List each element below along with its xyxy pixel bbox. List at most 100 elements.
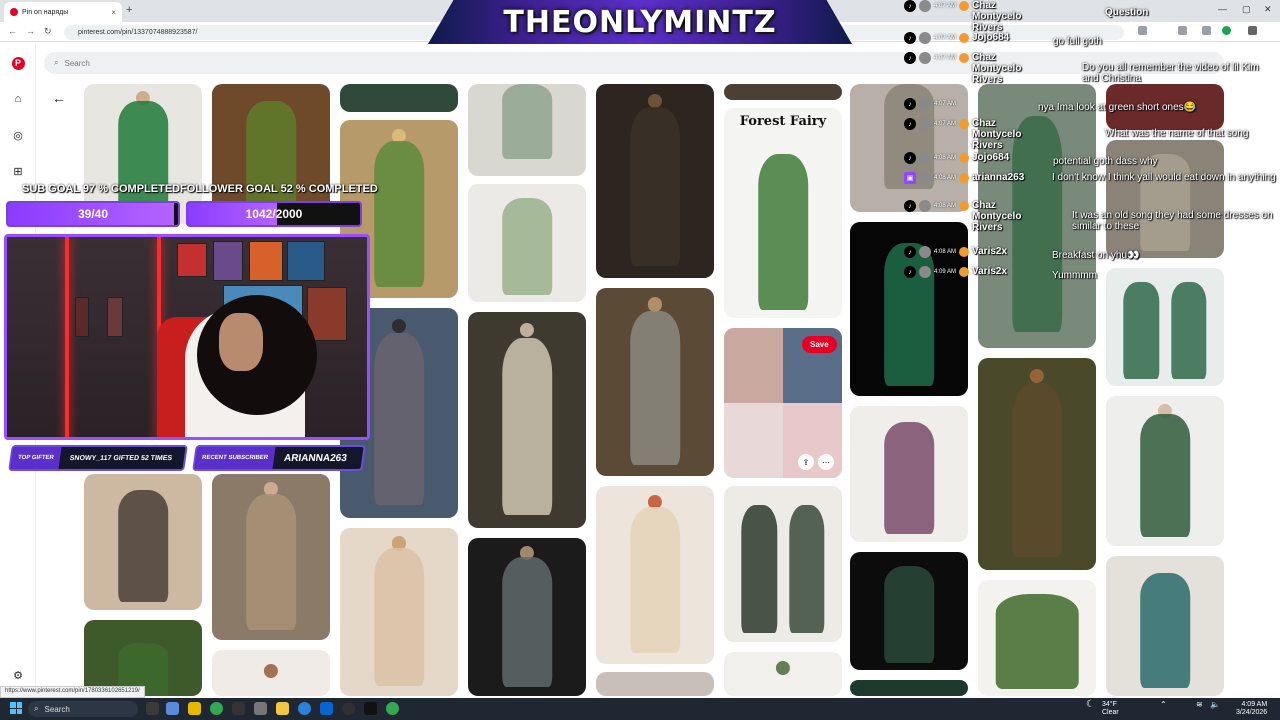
tiktok-icon: ♪ bbox=[904, 152, 916, 164]
pin-card[interactable] bbox=[596, 486, 714, 664]
pin-card-hovered[interactable]: Save ⇪ ⋯ bbox=[724, 328, 842, 478]
app-icon[interactable] bbox=[320, 702, 333, 715]
windows-start-icon[interactable] bbox=[10, 702, 22, 714]
volume-icon[interactable]: 🔈 bbox=[1210, 701, 1220, 709]
pin-card[interactable] bbox=[468, 312, 586, 528]
webcam-overlay bbox=[4, 234, 370, 440]
taskbar-search[interactable]: ⌕ Search bbox=[28, 701, 138, 717]
pinterest-logo-icon[interactable]: P bbox=[11, 56, 25, 70]
chat-timestamp: 4:08 AM bbox=[934, 249, 957, 255]
pin-card[interactable] bbox=[84, 620, 202, 696]
chat-message: ♪ 4:08 AM Varis2x bbox=[904, 246, 1007, 258]
taskbar-clock[interactable]: 4:09 AM 3/24/2026 bbox=[1236, 701, 1267, 717]
reload-icon[interactable]: ↻ bbox=[44, 26, 52, 37]
chat-badge-icon bbox=[959, 33, 969, 43]
wall-poster bbox=[75, 297, 89, 337]
settings-gear-icon[interactable]: ⚙ bbox=[11, 668, 25, 682]
pin-card[interactable] bbox=[596, 84, 714, 278]
chat-message-text: potential goth dass why bbox=[1053, 156, 1158, 167]
top-gifter-panel: TOP GIFTER SNOWY_117 GIFTED 52 TIMES bbox=[8, 445, 188, 471]
save-button[interactable]: Save bbox=[802, 336, 837, 353]
tiktok-icon[interactable] bbox=[364, 702, 377, 715]
pin-card[interactable] bbox=[850, 552, 968, 670]
app-icon[interactable] bbox=[232, 702, 245, 715]
more-options-icon[interactable]: ⋯ bbox=[818, 454, 834, 470]
edge-icon[interactable] bbox=[298, 702, 311, 715]
pin-card[interactable] bbox=[724, 84, 842, 100]
app-icon[interactable] bbox=[254, 702, 267, 715]
pin-card[interactable] bbox=[468, 184, 586, 302]
forest-fairy-pin[interactable]: Forest Fairy bbox=[724, 108, 842, 318]
taskbar-search-icon: ⌕ bbox=[34, 704, 39, 713]
browser-tab[interactable]: Pin on наряды × bbox=[4, 2, 122, 22]
chat-timestamp: 4:08 AM bbox=[934, 175, 957, 181]
pin-card[interactable] bbox=[340, 528, 458, 696]
task-view-icon[interactable] bbox=[146, 702, 159, 715]
wall-poster bbox=[287, 241, 325, 281]
pin-card[interactable] bbox=[468, 538, 586, 696]
create-icon[interactable]: ⊞ bbox=[11, 164, 25, 178]
pin-card[interactable] bbox=[212, 474, 330, 640]
top-gifter-value: SNOWY_117 GIFTED 52 TIMES bbox=[69, 454, 173, 462]
chat-timestamp: 4:08 AM bbox=[934, 203, 957, 209]
new-tab-button[interactable]: + bbox=[126, 4, 132, 16]
pin-card[interactable] bbox=[1106, 556, 1224, 696]
chat-avatar bbox=[919, 52, 931, 64]
pin-card[interactable] bbox=[84, 474, 202, 610]
pin-card[interactable] bbox=[850, 406, 968, 542]
chat-username: Jojo684 bbox=[972, 32, 1010, 43]
pin-card[interactable] bbox=[596, 672, 714, 696]
chat-timestamp: 4:07 AM bbox=[934, 121, 957, 127]
follower-goal-bar: 1042/2000 bbox=[186, 201, 362, 227]
explore-icon[interactable]: ◎ bbox=[11, 128, 25, 142]
weather-icon[interactable]: ☾ bbox=[1086, 700, 1095, 710]
weather-desc: Clear bbox=[1102, 709, 1119, 716]
pin-card[interactable] bbox=[212, 650, 330, 696]
chrome-icon[interactable] bbox=[210, 702, 223, 715]
chat-message: ♪ 4:07 AM Chaz Montycelo Rivers bbox=[904, 52, 1036, 85]
pin-card[interactable] bbox=[468, 84, 586, 176]
clock-time: 4:09 AM bbox=[1241, 701, 1268, 708]
home-icon[interactable]: ⌂ bbox=[11, 92, 25, 106]
chat-message: ♪ 4:08 AM Chaz Montycelo Rivers bbox=[904, 200, 1036, 233]
tray-chevron-icon[interactable]: ⌃ bbox=[1160, 701, 1167, 709]
recent-subscriber-value: ARIANNA263 bbox=[283, 452, 348, 464]
back-arrow-button[interactable]: ← bbox=[52, 90, 66, 106]
follower-goal-label: FOLLOWER GOAL 52 % COMPLETED bbox=[180, 183, 378, 195]
pin-card[interactable] bbox=[850, 680, 968, 696]
pin-card[interactable] bbox=[596, 288, 714, 476]
pin-card[interactable] bbox=[724, 652, 842, 696]
tiktok-icon: ♪ bbox=[904, 246, 916, 258]
chat-avatar bbox=[919, 200, 931, 212]
tiktok-icon: ♪ bbox=[904, 266, 916, 278]
pin-card[interactable] bbox=[978, 358, 1096, 570]
tiktok-icon: ♪ bbox=[904, 98, 916, 110]
tab-close-button[interactable]: × bbox=[111, 8, 116, 17]
chat-question-label: Question bbox=[1105, 7, 1149, 18]
app-icon[interactable] bbox=[166, 702, 179, 715]
app-icon[interactable] bbox=[188, 702, 201, 715]
chat-timestamp: 4:08 AM bbox=[934, 155, 957, 161]
file-explorer-icon[interactable] bbox=[276, 702, 289, 715]
wifi-icon[interactable]: ≋ bbox=[1196, 701, 1203, 709]
share-icon[interactable]: ⇪ bbox=[798, 454, 814, 470]
chrome-icon[interactable] bbox=[386, 702, 399, 715]
chat-badge-icon bbox=[959, 201, 969, 211]
chat-username: Chaz Montycelo Rivers bbox=[972, 118, 1022, 151]
tiktok-icon: ♪ bbox=[904, 32, 916, 44]
chat-username: Chaz Montycelo Rivers bbox=[972, 52, 1022, 85]
pin-card[interactable] bbox=[978, 580, 1096, 696]
chat-timestamp: 4:09 AM bbox=[934, 269, 957, 275]
top-gifter-key: TOP GIFTER bbox=[10, 447, 62, 469]
weather-widget[interactable]: 34°F Clear bbox=[1102, 701, 1119, 717]
pin-card[interactable] bbox=[340, 84, 458, 112]
pin-card[interactable] bbox=[724, 486, 842, 642]
back-nav-icon[interactable]: ← bbox=[8, 26, 17, 36]
chat-message-text: What was the name of that song bbox=[1105, 128, 1249, 139]
obs-icon[interactable] bbox=[342, 702, 355, 715]
forward-nav-icon[interactable]: → bbox=[26, 26, 35, 36]
pin-card[interactable] bbox=[1106, 396, 1224, 546]
chat-badge-icon bbox=[959, 267, 969, 277]
sub-goal-value: 39/40 bbox=[77, 207, 109, 221]
search-placeholder: Search bbox=[64, 58, 90, 68]
